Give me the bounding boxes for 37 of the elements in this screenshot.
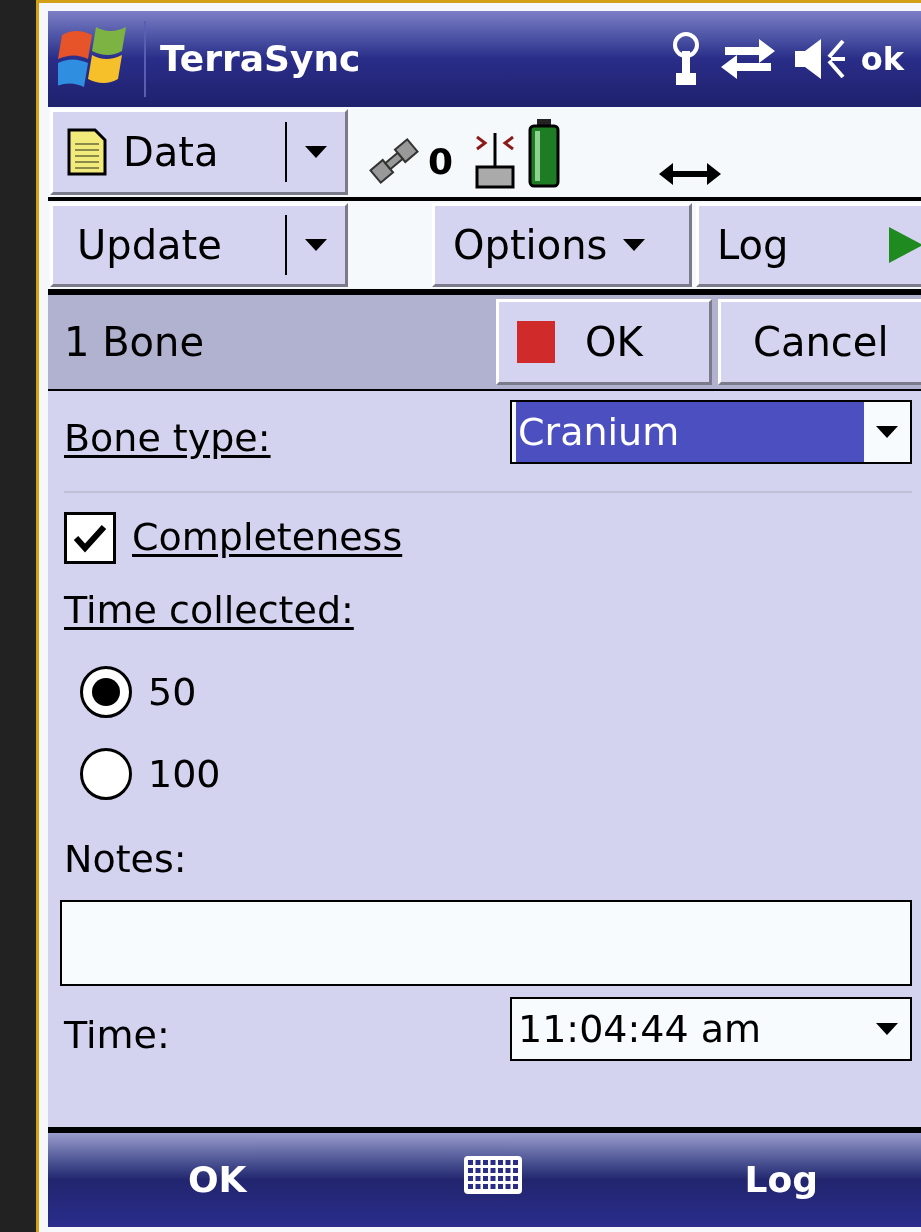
data-menu-button[interactable]: Data — [50, 109, 348, 195]
right-soft-key[interactable]: Log — [744, 1153, 818, 1207]
battery-icon — [527, 117, 562, 189]
status-text: ok — [860, 39, 904, 80]
log-button[interactable]: Log — [696, 203, 921, 287]
dropdown-field[interactable]: 11:04:44 am — [510, 997, 912, 1061]
checkmark-icon — [73, 522, 107, 553]
cancel-button[interactable]: Cancel — [718, 299, 921, 385]
satellite-count: 0 — [428, 140, 454, 184]
ok-button[interactable]: OK — [496, 299, 712, 385]
left-soft-key[interactable]: OK — [188, 1153, 247, 1207]
dropdown-field[interactable]: Cranium — [510, 400, 912, 464]
field-label: Bone type: — [64, 415, 271, 462]
checkbox[interactable] — [64, 511, 116, 564]
field-label: Notes: — [64, 837, 187, 881]
caret-icon — [876, 1023, 898, 1035]
keyboard-icon[interactable] — [462, 1155, 523, 1195]
antenna-icon — [670, 31, 701, 87]
field-label: Time: — [64, 1012, 170, 1059]
caret-icon — [623, 239, 646, 251]
caret-icon — [305, 239, 327, 251]
radio-button[interactable] — [80, 748, 132, 800]
speaker-muted-icon — [792, 37, 847, 81]
feature-title: 1 Bone — [64, 318, 206, 367]
options-menu-button[interactable]: Options — [432, 203, 692, 287]
field-label: Completeness — [132, 514, 403, 561]
option-label: 50 — [148, 668, 197, 716]
caret-icon — [305, 146, 327, 158]
field-label: Time collected: — [64, 588, 354, 632]
stop-square-icon — [517, 321, 555, 363]
radio-button[interactable] — [80, 666, 132, 718]
option-label: 100 — [148, 750, 221, 798]
caret-icon — [876, 426, 898, 438]
update-menu-button[interactable]: Update — [50, 203, 348, 287]
window-title: TerraSync — [160, 37, 361, 81]
notes-field[interactable] — [60, 900, 912, 986]
document-icon — [67, 128, 107, 176]
